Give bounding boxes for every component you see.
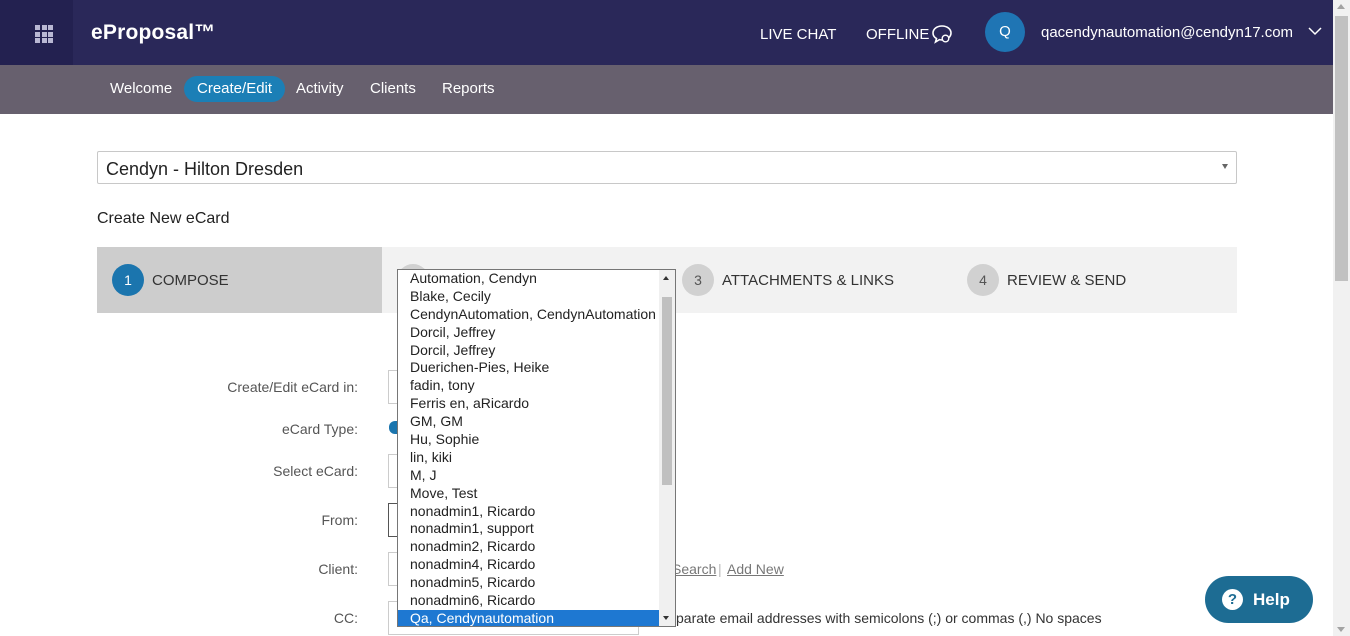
dropdown-scrollbar[interactable] [659,270,675,626]
caret-down-icon [1222,164,1228,169]
dropdown-scrollbar-thumb[interactable] [662,297,672,485]
live-chat-link[interactable]: LIVE CHAT [760,26,836,43]
dropdown-options: Automation, Cendyn Blake, Cecily CendynAut… [398,270,660,626]
property-select-value: Cendyn - Hilton Dresden [106,159,304,179]
dropdown-option[interactable]: Move, Test [398,485,660,503]
dropdown-option[interactable]: Ferris en, aRicardo [398,395,660,413]
cc-label: CC: [333,610,358,626]
ecard-type-label: eCard Type: [281,421,358,437]
main-nav: Welcome Create/Edit Activity Clients Rep… [0,65,1333,114]
page-scrollbar[interactable] [1333,0,1350,636]
dropdown-option[interactable]: Dorcil, Jeffrey [398,324,660,342]
dropdown-option[interactable]: nonadmin1, support [398,520,660,538]
cc-hint: parate email addresses with semicolons (… [676,610,1102,626]
client-label: Client: [318,561,358,577]
nav-reports[interactable]: Reports [429,76,508,102]
scroll-up-arrow-icon[interactable] [663,276,669,280]
dropdown-option[interactable]: Hu, Sophie [398,431,660,449]
apps-grid-icon [35,25,53,43]
from-dropdown-list[interactable]: Automation, Cendyn Blake, Cecily CendynAut… [397,269,676,627]
scroll-up-arrow-icon[interactable] [1337,4,1345,9]
page-title: Create New eCard [97,210,230,227]
dropdown-option[interactable]: Dorcil, Jeffrey [398,342,660,360]
dropdown-option[interactable]: GM, GM [398,413,660,431]
apps-menu-button[interactable] [0,0,73,65]
step-label: ATTACHMENTS & LINKS [722,272,894,289]
create-edit-in-label: Create/Edit eCard in: [227,379,358,395]
help-label: Help [1253,590,1290,609]
dropdown-option[interactable]: nonadmin1, Ricardo [398,503,660,521]
step-number: 3 [682,264,714,296]
dropdown-option[interactable]: nonadmin2, Ricardo [398,538,660,556]
dropdown-option[interactable]: nonadmin6, Ricardo [398,592,660,610]
user-email[interactable]: qacendynautomation@cendyn17.com [1041,24,1293,41]
top-header-bar: eProposal™ LIVE CHAT OFFLINE Q qacendyna… [0,0,1333,65]
step-label: COMPOSE [152,272,229,289]
dropdown-option[interactable]: M, J [398,467,660,485]
add-new-client-link[interactable]: Add New [727,561,784,577]
nav-clients[interactable]: Clients [357,76,429,102]
dropdown-option[interactable]: lin, kiki [398,449,660,467]
step-number: 1 [112,264,144,296]
from-label: From: [321,512,358,528]
property-select[interactable]: Cendyn - Hilton Dresden [97,151,1237,184]
chevron-down-icon[interactable] [1308,26,1322,36]
scroll-down-arrow-icon[interactable] [663,616,669,620]
scroll-down-arrow-icon[interactable] [1337,627,1345,632]
dropdown-option[interactable]: Qa, Cendynautomation [398,609,660,626]
help-button[interactable]: ? Help [1205,576,1313,623]
nav-activity[interactable]: Activity [283,76,357,102]
nav-create-edit[interactable]: Create/Edit [184,76,286,102]
dropdown-option[interactable]: Blake, Cecily [398,288,660,306]
dropdown-option[interactable]: CendynAutomation, CendynAutomation [398,306,660,324]
client-search-link[interactable]: Search [672,561,716,577]
app-logo[interactable]: eProposal™ [91,21,216,45]
user-avatar[interactable]: Q [985,12,1025,52]
dropdown-option[interactable]: nonadmin4, Ricardo [398,556,660,574]
dropdown-option[interactable]: Duerichen-Pies, Heike [398,359,660,377]
page-scrollbar-thumb[interactable] [1335,16,1348,281]
chat-bubble-icon[interactable] [931,24,953,44]
nav-welcome[interactable]: Welcome [97,76,185,102]
dropdown-option[interactable]: Automation, Cendyn [398,270,660,288]
step-number: 4 [967,264,999,296]
select-ecard-label: Select eCard: [273,463,358,479]
dropdown-option[interactable]: fadin, tony [398,377,660,395]
step-label: REVIEW & SEND [1007,272,1127,289]
question-circle-icon: ? [1222,589,1243,610]
link-separator: | [718,561,722,577]
dropdown-option[interactable]: nonadmin5, Ricardo [398,574,660,592]
offline-status[interactable]: OFFLINE [866,26,929,43]
